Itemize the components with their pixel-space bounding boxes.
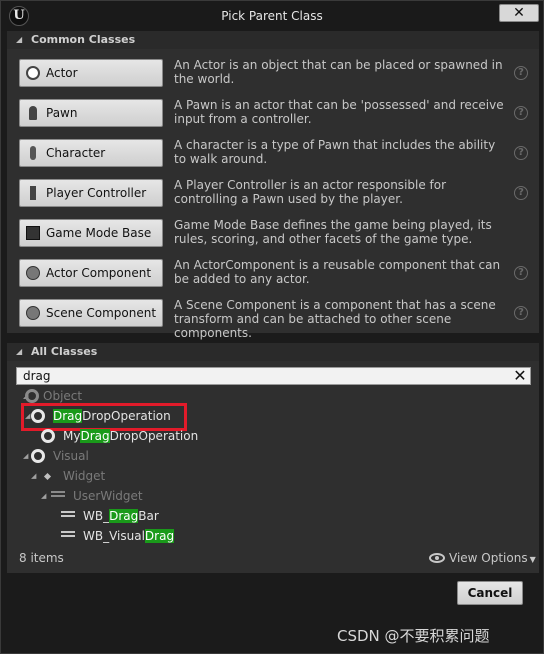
tree-item-label-prefix: My [63, 429, 81, 443]
widget-blueprint-icon [61, 531, 75, 541]
actor-button[interactable]: Actor [19, 59, 163, 87]
clear-search-icon[interactable]: ✕ [511, 367, 529, 385]
pawn-icon [29, 106, 37, 120]
character-button-label: Character [46, 146, 106, 160]
widget-blueprint-icon [61, 511, 75, 521]
game-mode-base-button[interactable]: Game Mode Base [19, 219, 163, 247]
character-button[interactable]: Character [19, 139, 163, 167]
expand-arrow-icon[interactable]: ◢ [41, 487, 46, 505]
player-controller-icon [30, 186, 36, 200]
actor-description: An Actor is an object that can be placed… [174, 58, 503, 86]
common-classes-header-label: Common Classes [31, 33, 136, 46]
actor-button-label: Actor [46, 66, 78, 80]
pawn-button[interactable]: Pawn [19, 99, 163, 127]
tree-item-label: WB_VisualDrag [83, 527, 175, 545]
tree-item-label-rest: Bar [138, 509, 159, 523]
pawn-button-label: Pawn [46, 106, 78, 120]
game-mode-base-description: Game Mode Base defines the game being pl… [174, 218, 492, 246]
class-circle-icon [25, 389, 39, 403]
scene-component-button-label: Scene Component [46, 306, 157, 320]
help-icon[interactable]: ? [514, 146, 528, 160]
chevron-down-icon: ▼ [529, 555, 536, 564]
scene-component-button[interactable]: Scene Component [19, 299, 163, 327]
help-icon[interactable]: ? [514, 266, 528, 280]
player-controller-button-label: Player Controller [46, 186, 147, 200]
expand-arrow-icon[interactable]: ◢ [31, 467, 36, 485]
help-icon[interactable]: ? [514, 186, 528, 200]
tree-item-label: WB_DragBar [83, 507, 159, 525]
tree-item-label-prefix: WB_ [83, 509, 110, 523]
pick-parent-class-dialog: U Pick Parent Class ✕ ◢ Common Classes A… [0, 0, 544, 654]
class-search-input[interactable]: drag [16, 367, 531, 385]
tree-item-label-prefix: WB_Visual [83, 529, 145, 543]
tree-item-label: Widget [63, 469, 106, 483]
class-circle-icon [31, 449, 45, 463]
game-mode-base-button-label: Game Mode Base [46, 226, 152, 240]
tree-item-label-rest: DropOperation [109, 429, 199, 443]
common-classes-header[interactable]: ◢ Common Classes [7, 31, 539, 49]
all-classes-header[interactable]: ◢ All Classes [7, 343, 539, 361]
collapse-triangle-icon: ◢ [16, 347, 23, 356]
search-match-highlight: Drag [144, 529, 175, 543]
cancel-button[interactable]: Cancel [457, 581, 523, 605]
actor-component-button[interactable]: Actor Component [19, 259, 163, 287]
expand-arrow-icon[interactable]: ◢ [23, 447, 28, 465]
widget-blueprint-icon [51, 491, 65, 501]
character-icon [30, 146, 36, 160]
pawn-description: A Pawn is an actor that can be 'possesse… [174, 98, 504, 126]
items-count: 8 items [19, 551, 64, 565]
actor-component-icon [26, 266, 40, 280]
scene-component-description: A Scene Component is a component that ha… [174, 298, 496, 340]
player-controller-description: A Player Controller is an actor responsi… [174, 178, 447, 206]
scene-component-icon [26, 306, 40, 320]
actor-component-button-label: Actor Component [46, 266, 152, 280]
actor-component-description: An ActorComponent is a reusable componen… [174, 258, 501, 286]
class-circle-icon [41, 429, 55, 443]
view-options-label: View Options [449, 551, 528, 565]
search-match-highlight: Drag [109, 509, 139, 523]
title-bar: U Pick Parent Class ✕ [1, 1, 543, 31]
help-icon[interactable]: ? [514, 306, 528, 320]
eye-icon [429, 553, 445, 563]
game-mode-icon [26, 226, 40, 240]
collapse-triangle-icon: ◢ [16, 35, 23, 44]
view-options-button[interactable]: View Options ▼ [429, 551, 536, 565]
character-description: A character is a type of Pawn that inclu… [174, 138, 496, 166]
tree-item-label: UserWidget [73, 489, 143, 503]
player-controller-button[interactable]: Player Controller [19, 179, 163, 207]
help-icon[interactable]: ? [514, 66, 528, 80]
all-classes-header-label: All Classes [31, 345, 98, 358]
search-match-highlight: Drag [80, 429, 110, 443]
help-icon[interactable]: ? [514, 106, 528, 120]
actor-icon [26, 66, 40, 80]
watermark: CSDN @不要积累问题 [337, 627, 490, 645]
tree-item-label: Visual [53, 449, 89, 463]
close-button[interactable]: ✕ [499, 4, 539, 22]
dialog-title: Pick Parent Class [221, 9, 323, 23]
tree-item-label: MyDragDropOperation [63, 427, 198, 445]
